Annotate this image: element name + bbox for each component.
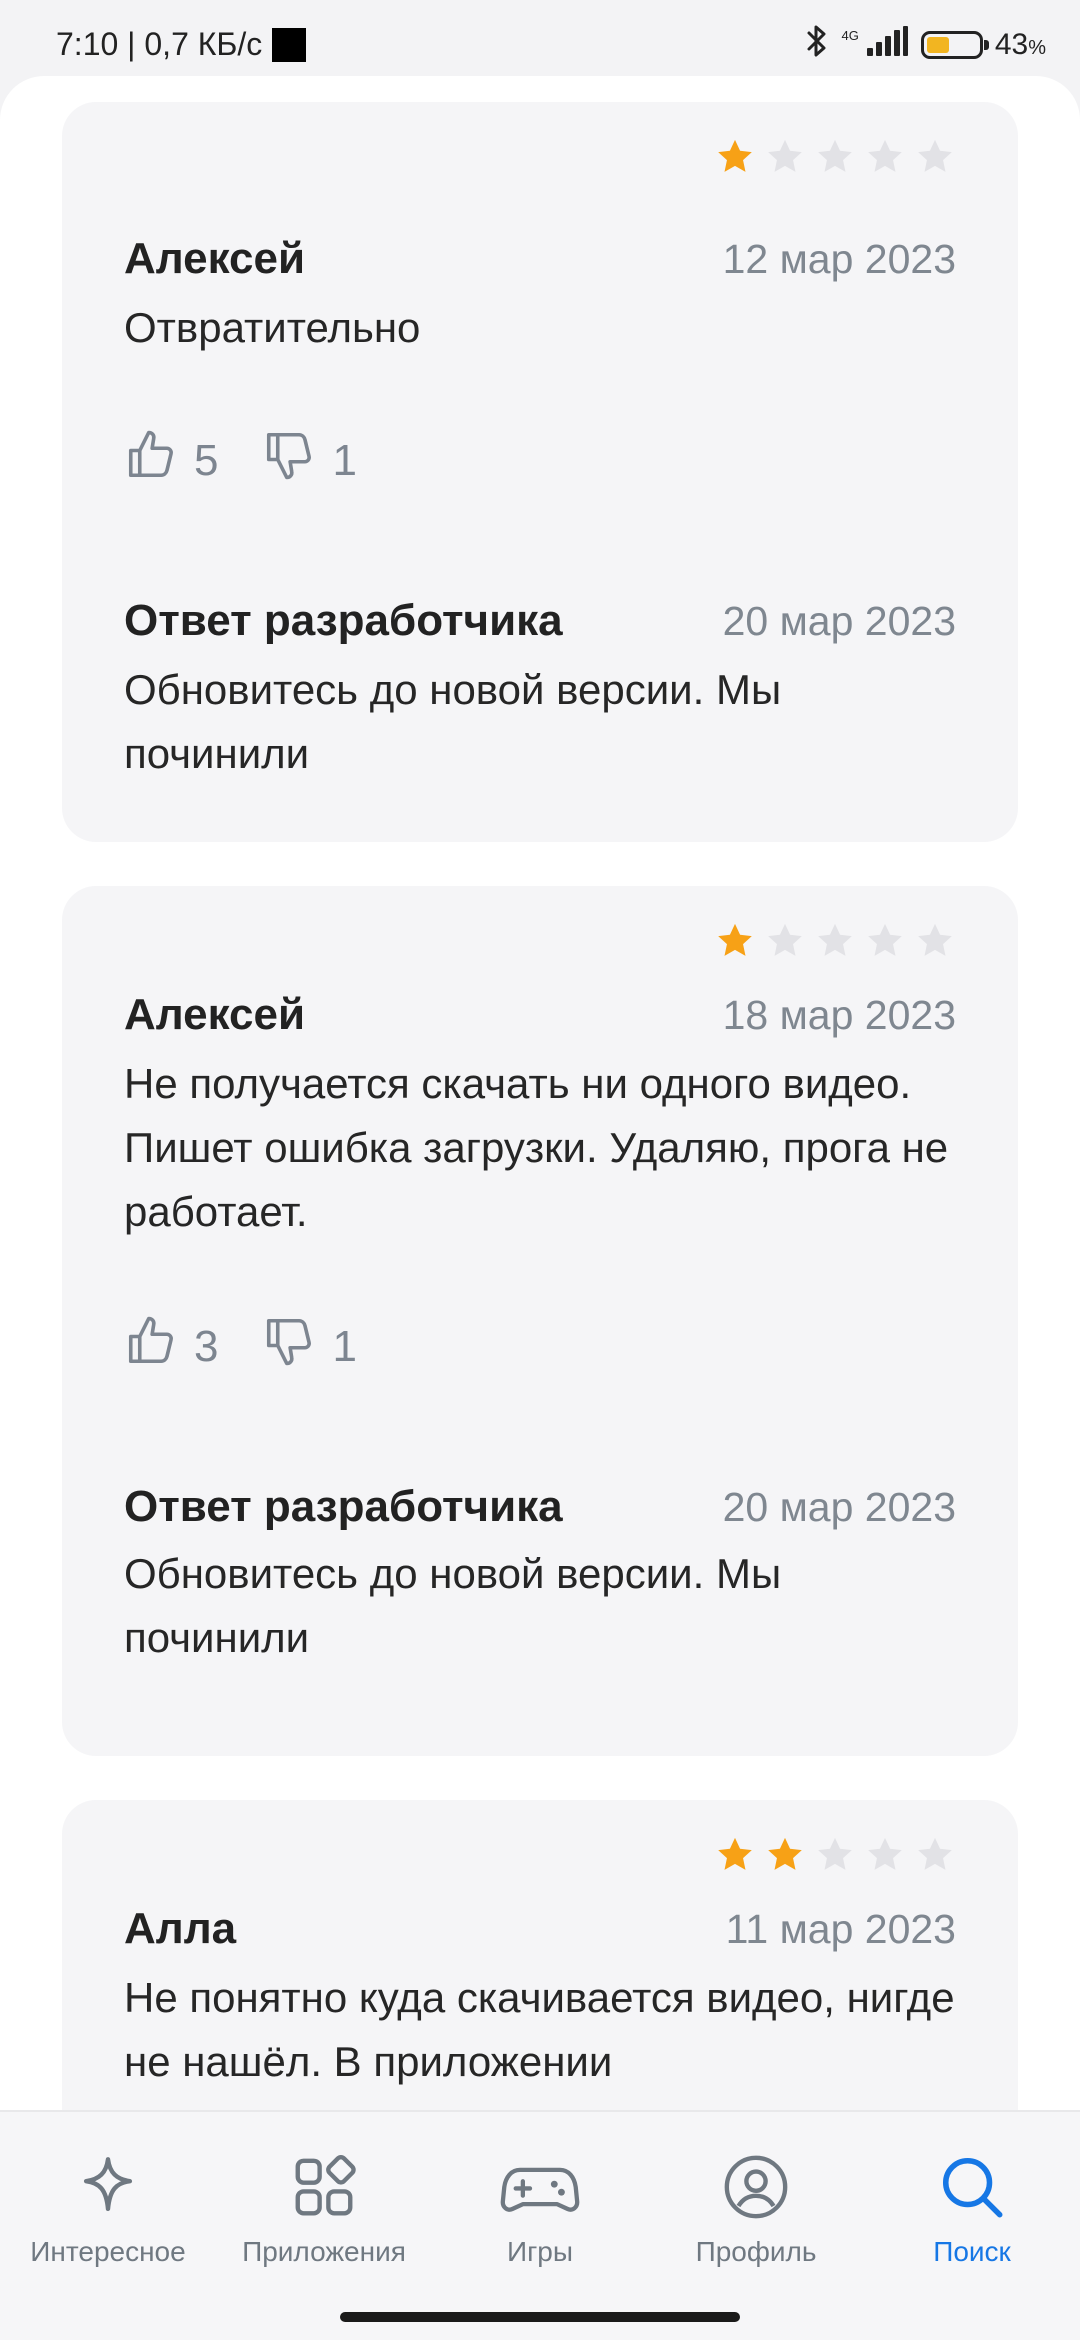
battery-icon <box>920 31 989 59</box>
developer-reply-text: Обновитесь до новой версии. Мы починили <box>124 666 782 777</box>
signal-icon <box>865 26 909 64</box>
like-button[interactable]: 5 <box>124 428 218 493</box>
star-empty-icon <box>864 920 906 962</box>
nav-item-profile[interactable]: Профиль <box>656 2150 856 2268</box>
star-empty-icon <box>914 1834 956 1876</box>
reviews-sheet[interactable]: Алексей 12 мар 2023 Отвратительно 5 1 От… <box>0 76 1080 2110</box>
battery-fill <box>926 37 949 53</box>
star-empty-icon <box>864 136 906 178</box>
nav-item-apps[interactable]: Приложения <box>224 2150 424 2268</box>
review-text: Не понятно куда скачивается видео, нигде… <box>124 1974 955 2085</box>
star-filled-icon <box>714 136 756 178</box>
star-empty-icon <box>864 1834 906 1876</box>
bottom-navigation: Интересное Приложения Игры Профиль Поиск <box>0 2110 1080 2340</box>
star-empty-icon <box>814 1834 856 1876</box>
apps-grid-icon <box>224 2150 424 2224</box>
nav-label: Игры <box>506 2236 574 2267</box>
star-empty-icon <box>914 136 956 178</box>
home-indicator[interactable] <box>340 2312 740 2322</box>
star-empty-icon <box>814 920 856 962</box>
developer-reply-title: Ответ разработчика <box>124 1482 563 1531</box>
battery-percent: 43% <box>994 28 1046 61</box>
developer-reply-text: Обновитесь до новой версии. Мы починили <box>124 1550 782 1661</box>
star-empty-icon <box>914 920 956 962</box>
developer-reply-date: 20 мар 2023 <box>722 1484 956 1530</box>
review-date: 11 мар 2023 <box>725 1906 956 1952</box>
developer-reply-date: 20 мар 2023 <box>722 598 956 644</box>
review-date: 18 мар 2023 <box>722 992 956 1038</box>
rating-stars <box>714 920 956 962</box>
thumbs-down-icon <box>262 1314 316 1379</box>
dislike-count: 1 <box>332 1321 357 1371</box>
dislike-count: 1 <box>332 435 357 485</box>
sparkle-icon <box>8 2150 208 2224</box>
review-text: Отвратительно <box>124 304 421 351</box>
review-card: Алла 11 мар 2023 Не понятно куда скачива… <box>62 1800 1018 2110</box>
gamepad-icon <box>440 2150 640 2224</box>
status-left: 7:10 | 0,7 КБ/с <box>56 26 307 63</box>
thumbs-down-icon <box>262 428 316 493</box>
status-time-speed: 7:10 | 0,7 КБ/с <box>56 26 263 62</box>
review-author: Алла <box>124 1904 237 1953</box>
like-count: 3 <box>194 1321 219 1371</box>
profile-icon <box>656 2150 856 2224</box>
network-type: 4G <box>841 27 859 43</box>
dislike-button[interactable]: 1 <box>262 428 357 493</box>
review-author: Алексей <box>124 990 306 1039</box>
nav-label: Поиск <box>933 2236 1011 2267</box>
like-button[interactable]: 3 <box>124 1314 218 1379</box>
thumbs-up-icon <box>124 1314 178 1379</box>
review-card: Алексей 18 мар 2023 Не получается скачат… <box>62 886 1018 1756</box>
nav-item-interesting[interactable]: Интересное <box>8 2150 208 2268</box>
thumbs-up-icon <box>124 428 178 493</box>
review-card: Алексей 12 мар 2023 Отвратительно 5 1 От… <box>62 102 1018 842</box>
review-author: Алексей <box>124 234 306 283</box>
nav-label: Приложения <box>242 2236 406 2267</box>
star-empty-icon <box>764 136 806 178</box>
review-votes: 3 1 <box>124 1314 401 1379</box>
status-bar: 7:10 | 0,7 КБ/с 4G 43% <box>0 0 1080 76</box>
like-count: 5 <box>194 435 219 485</box>
star-filled-icon <box>714 1834 756 1876</box>
developer-reply-title: Ответ разработчика <box>124 596 563 645</box>
nav-label: Интересное <box>30 2236 186 2267</box>
star-filled-icon <box>714 920 756 962</box>
star-empty-icon <box>764 920 806 962</box>
dislike-button[interactable]: 1 <box>262 1314 357 1379</box>
star-filled-icon <box>764 1834 806 1876</box>
review-votes: 5 1 <box>124 428 401 493</box>
nav-item-search[interactable]: Поиск <box>872 2150 1072 2268</box>
status-right: 4G 43% <box>805 24 1046 66</box>
star-empty-icon <box>814 136 856 178</box>
review-date: 12 мар 2023 <box>722 236 956 282</box>
nav-item-games[interactable]: Игры <box>440 2150 640 2268</box>
rating-stars <box>714 136 956 178</box>
bluetooth-icon <box>805 24 829 66</box>
review-text: Не получается скачать ни одного видео. П… <box>124 1060 949 1235</box>
search-icon <box>872 2150 1072 2224</box>
nav-label: Профиль <box>695 2236 817 2267</box>
rating-stars <box>714 1834 956 1876</box>
notification-square-icon <box>272 27 307 62</box>
